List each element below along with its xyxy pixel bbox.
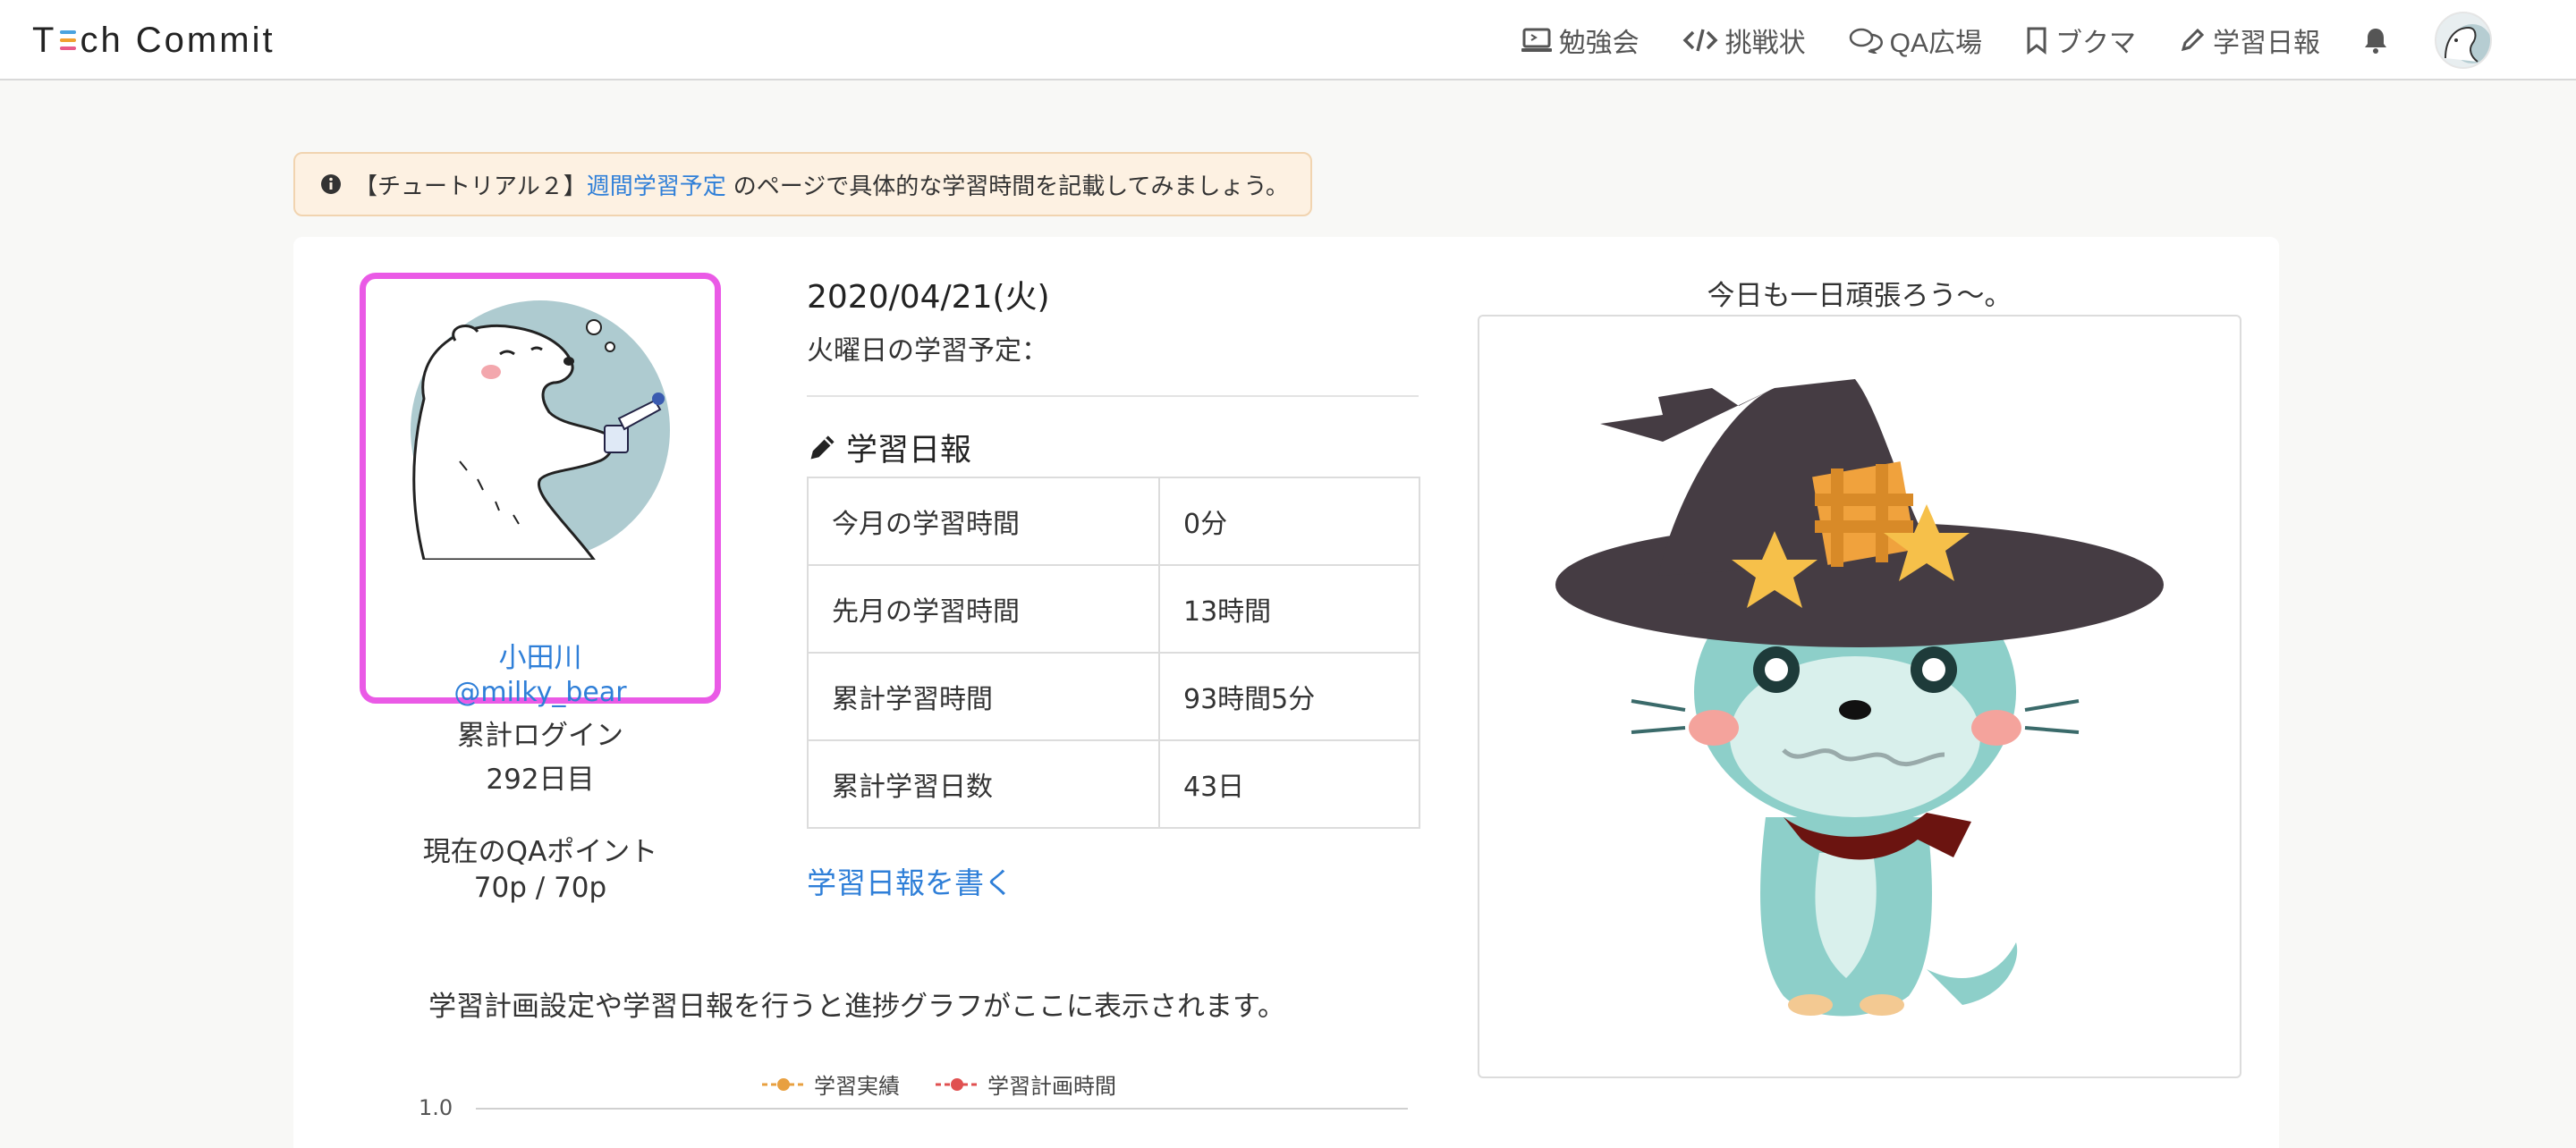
- login-count-value: 292日目: [486, 764, 595, 796]
- report-section-title: 学習日報: [807, 425, 971, 470]
- legend-label: 学習実績: [814, 1074, 900, 1099]
- notification-button[interactable]: [2363, 0, 2395, 80]
- login-count-label: 累計ログイン: [457, 720, 623, 752]
- row-label: 累計学習時間: [807, 652, 1160, 741]
- legend-label: 学習計画時間: [987, 1074, 1116, 1099]
- row-value: 93時間5分: [1158, 652, 1420, 741]
- info-icon: [321, 174, 341, 194]
- bookmark-icon: [2027, 27, 2046, 55]
- row-label: 先月の学習時間: [807, 564, 1160, 654]
- nav-item-label: 挑戦状: [1724, 29, 1806, 58]
- alert-suffix: のページで具体的な学習時間を記載してみましょう。: [733, 173, 1289, 200]
- divider: [807, 395, 1419, 397]
- nav-item-bookmark[interactable]: ブクマ: [2025, 0, 2136, 80]
- profile-card[interactable]: 小田川 @milky_bear: [360, 273, 721, 708]
- nav-item-label: 勉強会: [1558, 29, 1640, 58]
- table-row: 累計学習日数 43日: [807, 739, 1420, 829]
- mascot-box: [1478, 315, 2241, 1078]
- qa-points-label: 現在のQAポイント: [422, 836, 658, 868]
- legend-item-actual[interactable]: 学習実績: [762, 1068, 900, 1100]
- report-title-text: 学習日報: [846, 433, 972, 468]
- write-report-link[interactable]: 学習日報を書く: [807, 859, 1013, 902]
- row-label: 今月の学習時間: [807, 477, 1160, 566]
- code-icon: [1682, 29, 1718, 52]
- nav-item-label: 学習日報: [2213, 29, 2320, 58]
- legend-line-marker-icon: [762, 1077, 805, 1091]
- pencil-icon: [2181, 28, 2205, 52]
- legend-item-plan[interactable]: 学習計画時間: [936, 1068, 1116, 1100]
- nav-item-qa-plaza[interactable]: QA広場: [1849, 0, 1982, 80]
- profile-handle-link[interactable]: @milky_bear: [366, 677, 715, 708]
- greeting-text: 今日も一日頑張ろう〜。: [1707, 280, 2012, 312]
- chart-gridline: [476, 1108, 1408, 1110]
- alert-prefix: 【チュートリアル２】: [354, 173, 587, 200]
- row-value: 0分: [1158, 477, 1420, 566]
- legend-line-marker-icon: [936, 1077, 979, 1091]
- nav-item-label: ブクマ: [2055, 29, 2136, 58]
- bell-icon: [2365, 29, 2386, 54]
- table-row: 今月の学習時間 0分: [807, 477, 1420, 566]
- nav-item-label: QA広場: [1889, 29, 1982, 58]
- brand-e-mark: [58, 27, 78, 54]
- table-row: 先月の学習時間 13時間: [807, 564, 1420, 654]
- pencil-icon: [810, 435, 835, 459]
- qa-points-value: 70p / 70p: [473, 872, 607, 904]
- graph-placeholder-message: 学習計画設定や学習日報を行うと進捗グラフがここに表示されます。: [428, 991, 1285, 1023]
- today-plan-label: 火曜日の学習予定：: [807, 335, 1048, 367]
- row-value: 43日: [1158, 739, 1420, 829]
- y-axis-tick: 1.0: [419, 1095, 453, 1120]
- weekly-plan-link[interactable]: 週間学習予定: [587, 168, 726, 201]
- dashboard-card: 小田川 @milky_bear 累計ログイン 292日目 現在のQAポイント 7…: [293, 237, 2279, 1148]
- profile-name-link[interactable]: 小田川: [366, 635, 715, 675]
- tutorial-alert: 【チュートリアル２】 週間学習予定 のページで具体的な学習時間を記載してみましょ…: [293, 152, 1312, 216]
- brand-prefix: T: [32, 21, 57, 60]
- brand-logo[interactable]: T ch Commit: [32, 18, 275, 63]
- table-row: 累計学習時間 93時間5分: [807, 652, 1420, 741]
- laptop-icon: [1521, 28, 1552, 52]
- nav-menu: 勉強会 挑戦状 QA広場 ブクマ 学習日報: [1479, 0, 2492, 80]
- mascot-illustration: [1555, 379, 2164, 1017]
- row-value: 13時間: [1158, 564, 1420, 654]
- profile-image: [406, 300, 674, 561]
- chart-legend: 学習実績 学習計画時間: [762, 1068, 1152, 1100]
- report-table: 今月の学習時間 0分 先月の学習時間 13時間 累計学習時間 93時間5分 累計…: [807, 477, 1420, 829]
- nav-item-study-session[interactable]: 勉強会: [1521, 0, 1640, 80]
- chat-icon: [1849, 28, 1883, 54]
- brand-suffix: ch Commit: [80, 21, 275, 60]
- nav-item-daily-report[interactable]: 学習日報: [2179, 0, 2320, 80]
- avatar[interactable]: [2435, 12, 2492, 69]
- row-label: 累計学習日数: [807, 739, 1160, 829]
- navbar: T ch Commit 勉強会 挑戦状 QA広場 ブクマ 学習日報: [0, 0, 2576, 80]
- today-date: 2020/04/21(火): [807, 279, 1050, 316]
- nav-item-challenge[interactable]: 挑戦状: [1682, 0, 1806, 80]
- avatar-image: [2436, 13, 2490, 67]
